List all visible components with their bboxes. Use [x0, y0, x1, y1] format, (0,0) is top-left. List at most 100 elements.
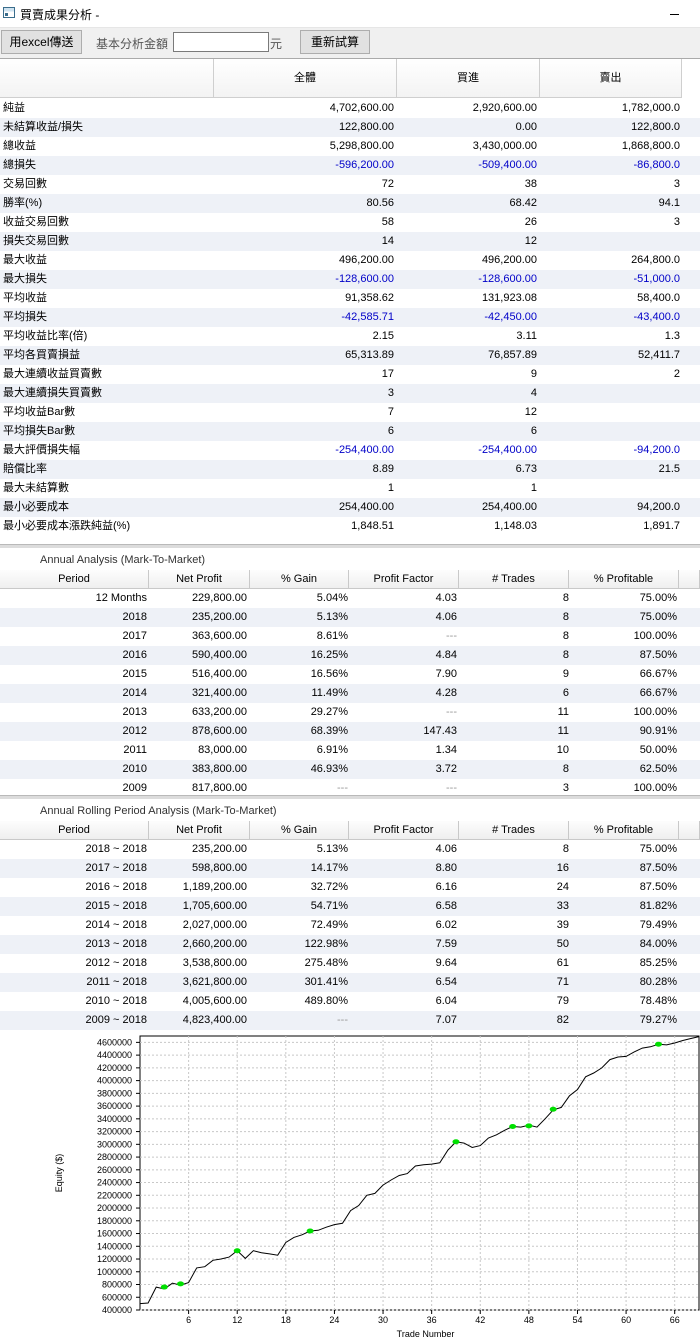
cell-trades: 71 [556, 976, 569, 988]
table-row[interactable]: 2016 ~ 2018 1,189,200.00 32.72% 6.16 24 87.50… [0, 878, 700, 897]
header-all[interactable]: 全體 [214, 59, 397, 98]
column-header-profit-factor[interactable]: Profit Factor [349, 570, 459, 589]
recalculate-button[interactable]: 重新試算 [300, 30, 370, 54]
summary-row[interactable]: 最大收益 496,200.00 496,200.00 264,800.0 [0, 251, 700, 270]
summary-row[interactable]: 交易回數 72 38 3 [0, 175, 700, 194]
table-row[interactable]: 2015 ~ 2018 1,705,600.00 54.71% 6.58 33 81.82… [0, 897, 700, 916]
summary-row[interactable]: 最大損失 -128,600.00 -128,600.00 -51,000.0 [0, 270, 700, 289]
cell-profitable: 75.00% [639, 592, 677, 604]
minimize-icon[interactable] [668, 5, 682, 19]
summary-row[interactable]: 平均損失Bar數 6 6 [0, 422, 700, 441]
summary-row[interactable]: 賠償比率 8.89 6.73 21.5 [0, 460, 700, 479]
table-row[interactable]: 2013 633,200.00 29.27% --- 11 100.00% [0, 703, 700, 722]
y-tick-label: 1000000 [97, 1267, 132, 1277]
summary-row[interactable]: 勝率(%) 80.56 68.42 94.1 [0, 194, 700, 213]
summary-row[interactable]: 平均各買賣損益 65,313.89 76,857.89 52,411.7 [0, 346, 700, 365]
table-row[interactable]: 2013 ~ 2018 2,660,200.00 122.98% 7.59 50 84.0… [0, 935, 700, 954]
section-divider[interactable] [0, 795, 700, 799]
summary-row[interactable]: 平均收益 91,358.62 131,923.08 58,400.0 [0, 289, 700, 308]
summary-cell-buy: 496,200.00 [481, 254, 537, 266]
cell-trades: 8 [562, 649, 569, 661]
y-axis-label: Equity ($) [54, 1154, 64, 1193]
y-tick-label: 1800000 [97, 1216, 132, 1226]
summary-cell-buy: 6.73 [515, 463, 537, 475]
column-header-period[interactable]: Period [0, 821, 149, 840]
table-row[interactable]: 2018 ~ 2018 235,200.00 5.13% 4.06 8 75.00% [0, 840, 700, 859]
column-header-net-profit[interactable]: Net Profit [149, 821, 250, 840]
summary-row[interactable]: 最小必要成本 254,400.00 254,400.00 94,200.0 [0, 498, 700, 517]
column-header-profitable[interactable]: % Profitable [569, 570, 679, 589]
cell-gain: 11.49% [311, 687, 349, 699]
summary-row[interactable]: 最大評價損失幅 -254,400.00 -254,400.00 -94,200.0 [0, 441, 700, 460]
summary-row[interactable]: 純益 4,702,600.00 2,920,600.00 1,782,000.0 [0, 99, 700, 118]
y-tick-label: 3400000 [97, 1114, 132, 1124]
summary-row[interactable]: 總損失 -596,200.00 -509,400.00 -86,800.0 [0, 156, 700, 175]
column-header-profit-factor[interactable]: Profit Factor [349, 821, 459, 840]
table-row[interactable]: 2015 516,400.00 16.56% 7.90 9 66.67% [0, 665, 700, 684]
cell-period: 2015 [122, 668, 147, 680]
table-row[interactable]: 2018 235,200.00 5.13% 4.06 8 75.00% [0, 608, 700, 627]
y-tick-label: 3800000 [97, 1088, 132, 1098]
send-excel-button[interactable]: 用excel傳送 [1, 30, 82, 54]
summary-row[interactable]: 損失交易回數 14 12 [0, 232, 700, 251]
table-row[interactable]: 2011 ~ 2018 3,621,800.00 301.41% 6.54 71 80.2… [0, 973, 700, 992]
table-row[interactable]: 2010 ~ 2018 4,005,600.00 489.80% 6.04 79 78.4… [0, 992, 700, 1011]
column-header-profitable[interactable]: % Profitable [569, 821, 679, 840]
summary-row[interactable]: 總收益 5,298,800.00 3,430,000.00 1,868,800.0 [0, 137, 700, 156]
summary-cell-all: 8.89 [372, 463, 394, 475]
plot-area [139, 1035, 700, 1311]
cell-profit-factor: 147.43 [423, 725, 457, 737]
column-header-gain[interactable]: % Gain [250, 570, 349, 589]
summary-row-label: 平均收益Bar數 [3, 406, 76, 418]
summary-cell-all: 254,400.00 [338, 501, 394, 513]
cell-net-profit: 383,800.00 [191, 763, 247, 775]
table-row[interactable]: 2012 878,600.00 68.39% 147.43 11 90.91% [0, 722, 700, 741]
summary-row[interactable]: 平均損失 -42,585.71 -42,450.00 -43,400.0 [0, 308, 700, 327]
summary-grid[interactable]: 全體 買進 賣出 純益 4,702,600.00 2,920,600.00 1,782… [0, 58, 700, 544]
table-row[interactable]: 2014 321,400.00 11.49% 4.28 6 66.67% [0, 684, 700, 703]
table-row[interactable]: 2016 590,400.00 16.25% 4.84 8 87.50% [0, 646, 700, 665]
cell-trades: 8 [562, 592, 569, 604]
table-row[interactable]: 2017 363,600.00 8.61% --- 8 100.00% [0, 627, 700, 646]
column-header-net-profit[interactable]: Net Profit [149, 570, 250, 589]
table-row[interactable]: 2014 ~ 2018 2,027,000.00 72.49% 6.02 39 79.49… [0, 916, 700, 935]
summary-row[interactable]: 最小必要成本漲跌純益(%) 1,848.51 1,148.03 1,891.7 [0, 517, 700, 536]
table-row[interactable]: 2011 83,000.00 6.91% 1.34 10 50.00% [0, 741, 700, 760]
column-header-trades[interactable]: # Trades [459, 821, 569, 840]
header-buy[interactable]: 買進 [397, 59, 540, 98]
column-header-trades[interactable]: # Trades [459, 570, 569, 589]
cell-trades: 11 [557, 725, 569, 737]
summary-row[interactable]: 最大未結算數 1 1 [0, 479, 700, 498]
summary-row[interactable]: 平均收益比率(倍) 2.15 3.11 1.3 [0, 327, 700, 346]
y-tick-label: 1400000 [97, 1241, 132, 1251]
y-tick-label: 3200000 [97, 1127, 132, 1137]
rolling-analysis-table: Period Net Profit% Gain Profit Factor # Tra… [0, 821, 700, 1030]
column-header-gain[interactable]: % Gain [250, 821, 349, 840]
cell-net-profit: 633,200.00 [191, 706, 247, 718]
summary-row[interactable]: 最大連續損失買賣數 3 4 [0, 384, 700, 403]
x-tick-label: 18 [281, 1315, 291, 1325]
cell-profit-factor: 4.06 [435, 611, 457, 623]
column-header-blank [679, 570, 700, 589]
cell-trades: 82 [556, 1014, 569, 1026]
table-row[interactable]: 2010 383,800.00 46.93% 3.72 8 62.50% [0, 760, 700, 779]
table-row[interactable]: 12 Months 229,800.00 5.04% 4.03 8 75.00% [0, 589, 700, 608]
cell-net-profit: 516,400.00 [191, 668, 247, 680]
table-row[interactable]: 2012 ~ 2018 3,538,800.00 275.48% 9.64 61 85.2… [0, 954, 700, 973]
cell-gain: 16.25% [310, 649, 348, 661]
table-row[interactable]: 2017 ~ 2018 598,800.00 14.17% 8.80 16 87.50% [0, 859, 700, 878]
section-divider[interactable] [0, 544, 700, 548]
summary-row[interactable]: 最大連續收益買賣數 17 9 2 [0, 365, 700, 384]
amount-label: 基本分析金額 [96, 37, 169, 51]
summary-row[interactable]: 收益交易回數 58 26 3 [0, 213, 700, 232]
summary-row[interactable]: 平均收益Bar數 7 12 [0, 403, 700, 422]
summary-cell-buy: 12 [524, 406, 537, 418]
column-header-period[interactable]: Period [0, 570, 149, 589]
header-sell[interactable]: 賣出 [540, 59, 682, 98]
summary-cell-sell: 122,800.0 [631, 121, 680, 133]
table-row[interactable]: 2009 ~ 2018 4,823,400.00 --- 7.07 82 79.27% [0, 1011, 700, 1030]
amount-input[interactable] [173, 32, 269, 52]
summary-cell-sell: 3 [673, 216, 680, 228]
summary-row[interactable]: 未結算收益/損失 122,800.00 0.00 122,800.0 [0, 118, 700, 137]
cell-profit-factor: --- [446, 706, 457, 718]
